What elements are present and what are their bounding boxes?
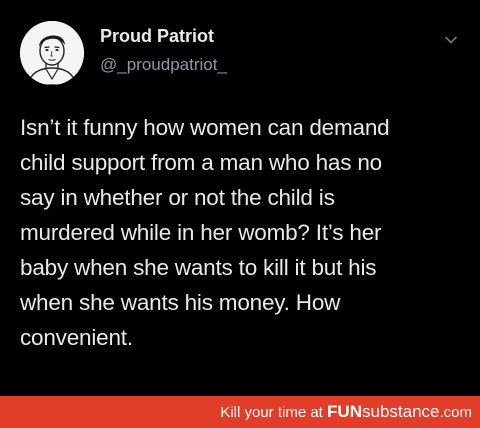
tweet-card: Proud Patriot @_proudpatriot_ Isn’t it f… [0, 0, 480, 396]
tweet-text-line: baby when she wants to kill it but his [20, 255, 377, 280]
tweet-text-line: murdered while in her womb? It’s her [20, 220, 382, 245]
display-name[interactable]: Proud Patriot [100, 26, 214, 47]
chevron-down-icon[interactable] [442, 31, 460, 49]
tweet-text: Isn’t it funny how women can demand chil… [20, 110, 470, 355]
watermark-text[interactable]: Kill your time at FUNsubstance.com [220, 402, 472, 422]
watermark-bar: Kill your time at FUNsubstance.com [0, 396, 480, 428]
tweet-text-line: convenient. [20, 325, 133, 350]
brand-rest: substance [361, 402, 440, 421]
tweet-text-line: child support from a man who has no [20, 150, 382, 175]
tweet-text-line: when she wants his money. How [20, 290, 341, 315]
tweet-text-line: Isn’t it funny how women can demand [20, 115, 390, 140]
avatar[interactable] [20, 21, 84, 85]
watermark-tagline: Kill your time at [220, 404, 323, 421]
brand-bold: FUN [327, 402, 362, 421]
watermark-brand: FUNsubstance [327, 402, 439, 421]
avatar-portrait [20, 21, 84, 85]
tweet-text-line: say in whether or not the child is [20, 185, 335, 210]
user-handle[interactable]: @_proudpatriot_ [100, 55, 227, 75]
brand-tld: .com [439, 404, 472, 421]
